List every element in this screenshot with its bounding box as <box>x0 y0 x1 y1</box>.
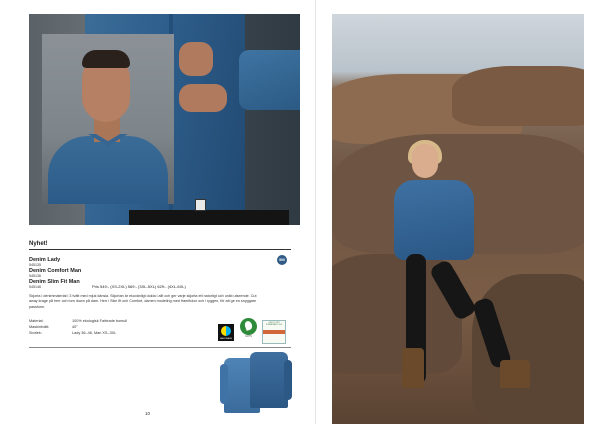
divider-top <box>29 249 291 250</box>
product-description: Skjorta i denimmaterial i 3 tvätt med mj… <box>29 294 257 309</box>
page-spine <box>315 0 316 424</box>
spec-value: 40° <box>72 325 78 329</box>
shirt-cuff <box>239 50 300 110</box>
spec-label: Material: <box>29 319 44 323</box>
product-shirts-image <box>220 352 292 414</box>
woman-face <box>412 144 438 178</box>
inset-shirt <box>48 136 168 204</box>
fairtrade-logo: FAIRTRADE <box>218 324 234 341</box>
rock <box>452 66 584 126</box>
number-badge: 500 <box>277 255 287 265</box>
page-number: 10 <box>145 411 151 416</box>
hand <box>179 42 213 76</box>
portrait-inset-photo <box>42 34 174 204</box>
product-code: 545136 <box>29 274 41 278</box>
inset-hair <box>82 50 130 68</box>
price-line: Pris 549:- (XS-2XL) 569:- (3XL-5XL) 629:… <box>92 284 186 289</box>
oeko-tex-logo: OEKO-TEX STANDARD 100 <box>262 320 286 344</box>
hand <box>179 84 227 112</box>
spec-label: Storlek: <box>29 331 42 335</box>
shirt-sleeve <box>284 360 292 400</box>
gots-logo <box>240 318 257 335</box>
oeko-tex-band <box>263 330 285 334</box>
shirt-dark-denim <box>250 352 288 408</box>
oeko-tex-label: OEKO-TEX STANDARD 100 <box>265 322 283 326</box>
section-heading: Nyhet! <box>29 241 48 247</box>
shirt-tag <box>195 199 206 211</box>
boot <box>500 360 530 388</box>
spec-label: Maskintvätt: <box>29 325 50 329</box>
divider-bottom <box>29 347 291 348</box>
boot <box>402 348 424 388</box>
woman-denim-shirt <box>394 180 474 260</box>
trousers <box>129 210 289 225</box>
leaf-icon <box>243 320 254 331</box>
female-model-photo <box>332 14 584 424</box>
fairtrade-label: FAIRTRADE <box>219 338 233 340</box>
fairtrade-icon <box>221 326 231 336</box>
spec-value: 100% ekologisk Fairtrade bomull <box>72 319 128 323</box>
product-code: 545135 <box>29 263 41 267</box>
product-code: 545146 <box>29 285 41 289</box>
shirt-sleeve <box>220 364 228 404</box>
spec-value: Lady 36–46, Man XS–3XL <box>72 331 117 335</box>
left-page: Nyhet! 500 Denim Lady 545135 Denim Comfo… <box>0 0 316 424</box>
gots-label: GOTS <box>245 336 252 338</box>
